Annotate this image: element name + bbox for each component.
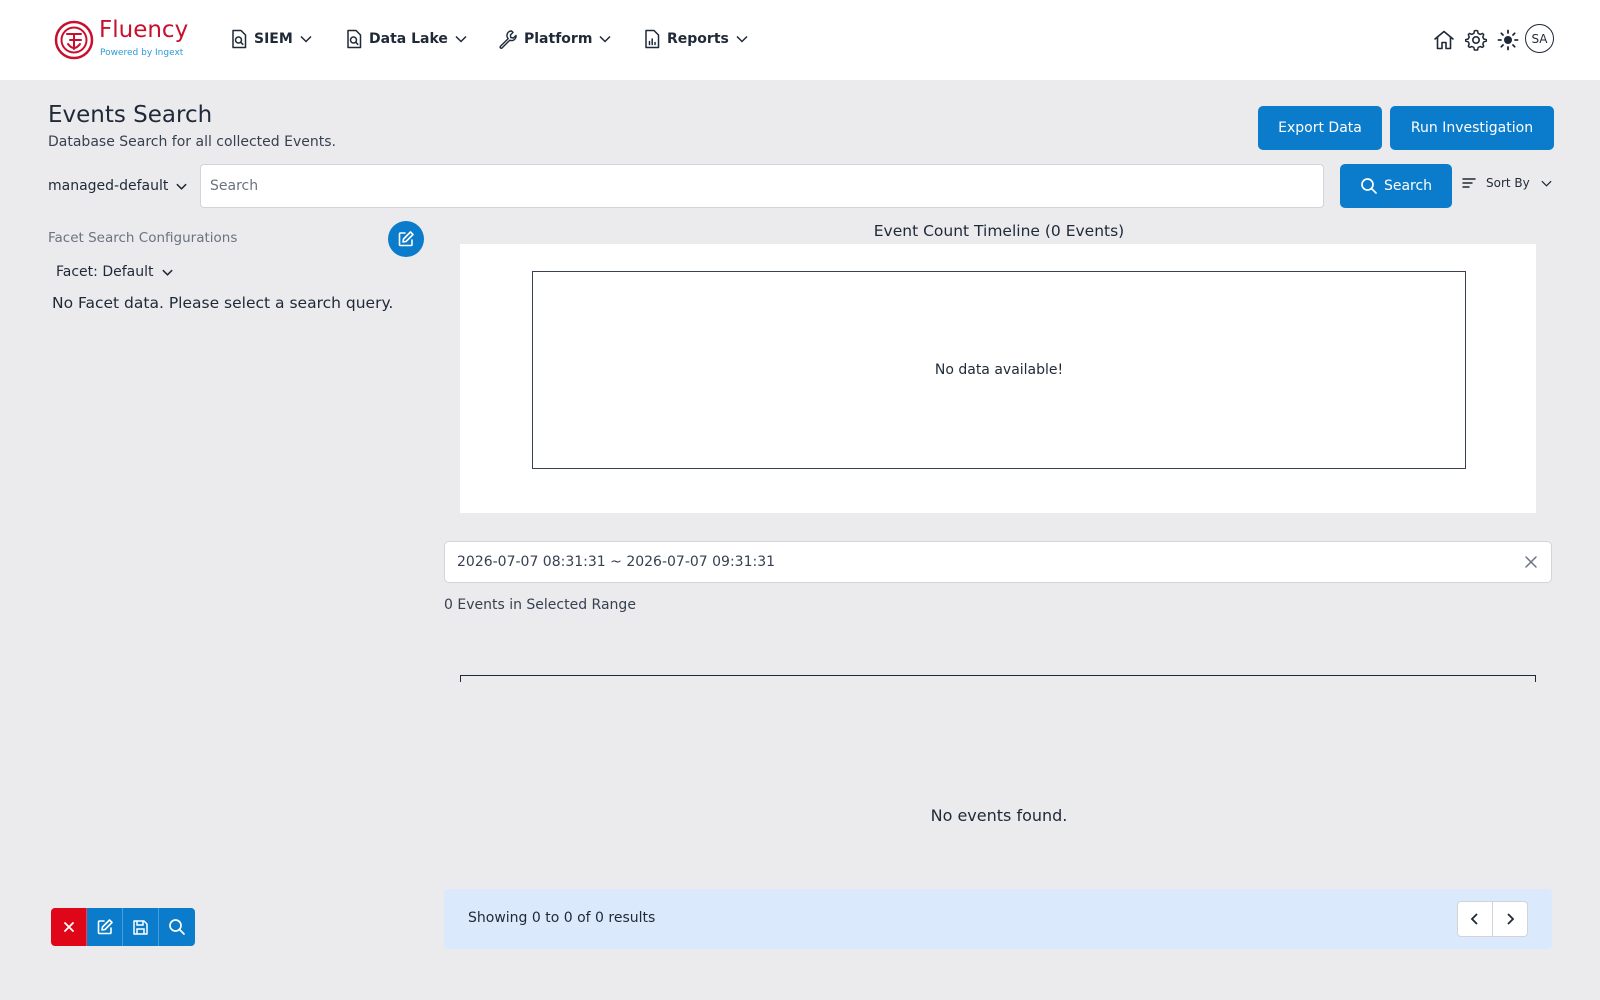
save-icon	[133, 919, 148, 935]
page-title: Events Search	[48, 102, 213, 128]
chevron-down-icon	[455, 35, 467, 43]
facet-select[interactable]: Facet: Default	[56, 262, 174, 282]
home-icon[interactable]	[1432, 28, 1456, 52]
edit-icon	[398, 231, 414, 247]
chevron-left-icon	[1470, 913, 1478, 925]
file-search-icon	[347, 29, 362, 49]
edit-query-button[interactable]	[87, 908, 123, 946]
chevron-down-icon	[599, 35, 611, 43]
close-icon	[63, 922, 74, 932]
date-range-value: 2026-07-07 08:31:31 ~ 2026-07-07 09:31:3…	[457, 554, 776, 570]
run-investigation-button[interactable]: Run Investigation	[1390, 106, 1554, 150]
sort-by-label: Sort By	[1486, 176, 1530, 190]
facet-select-label: Facet: Default	[56, 264, 154, 280]
no-events-message: No events found.	[930, 806, 1068, 825]
gear-icon[interactable]	[1464, 28, 1488, 52]
fluency-logo-icon	[54, 20, 94, 60]
search-button-label: Search	[1383, 178, 1433, 194]
nav-platform-label: Platform	[524, 31, 593, 47]
facet-config-title: Facet Search Configurations	[48, 230, 238, 246]
chevron-down-icon	[162, 269, 174, 276]
date-range-field[interactable]: 2026-07-07 08:31:31 ~ 2026-07-07 09:31:3…	[444, 541, 1552, 583]
sort-by-dropdown[interactable]: Sort By	[1462, 172, 1553, 194]
prev-page-button[interactable]	[1457, 901, 1493, 937]
range-event-count: 0 Events in Selected Range	[444, 597, 636, 613]
nav-data-lake[interactable]: Data Lake	[345, 26, 468, 52]
page-subtitle: Database Search for all collected Events…	[48, 134, 336, 150]
user-avatar[interactable]: SA	[1525, 24, 1554, 53]
nav-reports[interactable]: Reports	[643, 26, 749, 52]
brand-name: Fluency	[99, 17, 189, 43]
pagination-bar: Showing 0 to 0 of 0 results	[444, 889, 1552, 949]
sort-lines-icon	[1462, 178, 1476, 188]
export-data-button[interactable]: Export Data	[1258, 106, 1382, 150]
nav-siem-label: SIEM	[254, 31, 293, 47]
datasource-select[interactable]: managed-default	[48, 175, 188, 197]
chevron-right-icon	[1507, 913, 1515, 925]
brand-tagline: Powered by Ingext	[100, 48, 184, 58]
chevron-down-icon	[176, 183, 188, 190]
top-navbar: Fluency Powered by Ingext SIEM Data Lake…	[0, 0, 1600, 80]
chevron-down-icon	[300, 35, 312, 43]
wrench-icon	[499, 30, 517, 49]
search-icon	[1361, 178, 1377, 194]
run-query-button[interactable]	[159, 908, 195, 946]
nav-platform[interactable]: Platform	[498, 26, 612, 52]
timeline-empty-message: No data available!	[934, 362, 1064, 378]
fluency-logo[interactable]: Fluency Powered by Ingext	[54, 17, 194, 62]
datasource-select-label: managed-default	[48, 178, 169, 194]
chevron-down-icon	[1541, 180, 1552, 187]
nav-siem[interactable]: SIEM	[230, 26, 313, 52]
facet-edit-button[interactable]	[388, 221, 424, 257]
timeline-plot-area[interactable]: No data available!	[532, 271, 1466, 469]
save-query-button[interactable]	[123, 908, 159, 946]
nav-data-lake-label: Data Lake	[369, 31, 448, 47]
search-input[interactable]	[200, 164, 1324, 208]
nav-reports-label: Reports	[667, 31, 729, 47]
pagination-summary: Showing 0 to 0 of 0 results	[468, 910, 656, 926]
search-icon	[169, 919, 185, 935]
file-search-icon	[232, 29, 247, 49]
clear-query-button[interactable]	[51, 908, 87, 946]
query-toolbar	[51, 908, 195, 946]
results-table-top-border	[460, 675, 1536, 682]
sun-icon[interactable]	[1496, 28, 1520, 52]
timeline-chart-card: No data available!	[460, 244, 1536, 513]
next-page-button[interactable]	[1492, 901, 1528, 937]
edit-icon	[97, 919, 113, 935]
timeline-title: Event Count Timeline (0 Events)	[873, 222, 1125, 240]
chevron-down-icon	[736, 35, 748, 43]
file-chart-icon	[645, 29, 660, 49]
search-button[interactable]: Search	[1340, 164, 1452, 208]
close-icon[interactable]	[1523, 554, 1539, 570]
facet-empty-message: No Facet data. Please select a search qu…	[52, 294, 394, 312]
